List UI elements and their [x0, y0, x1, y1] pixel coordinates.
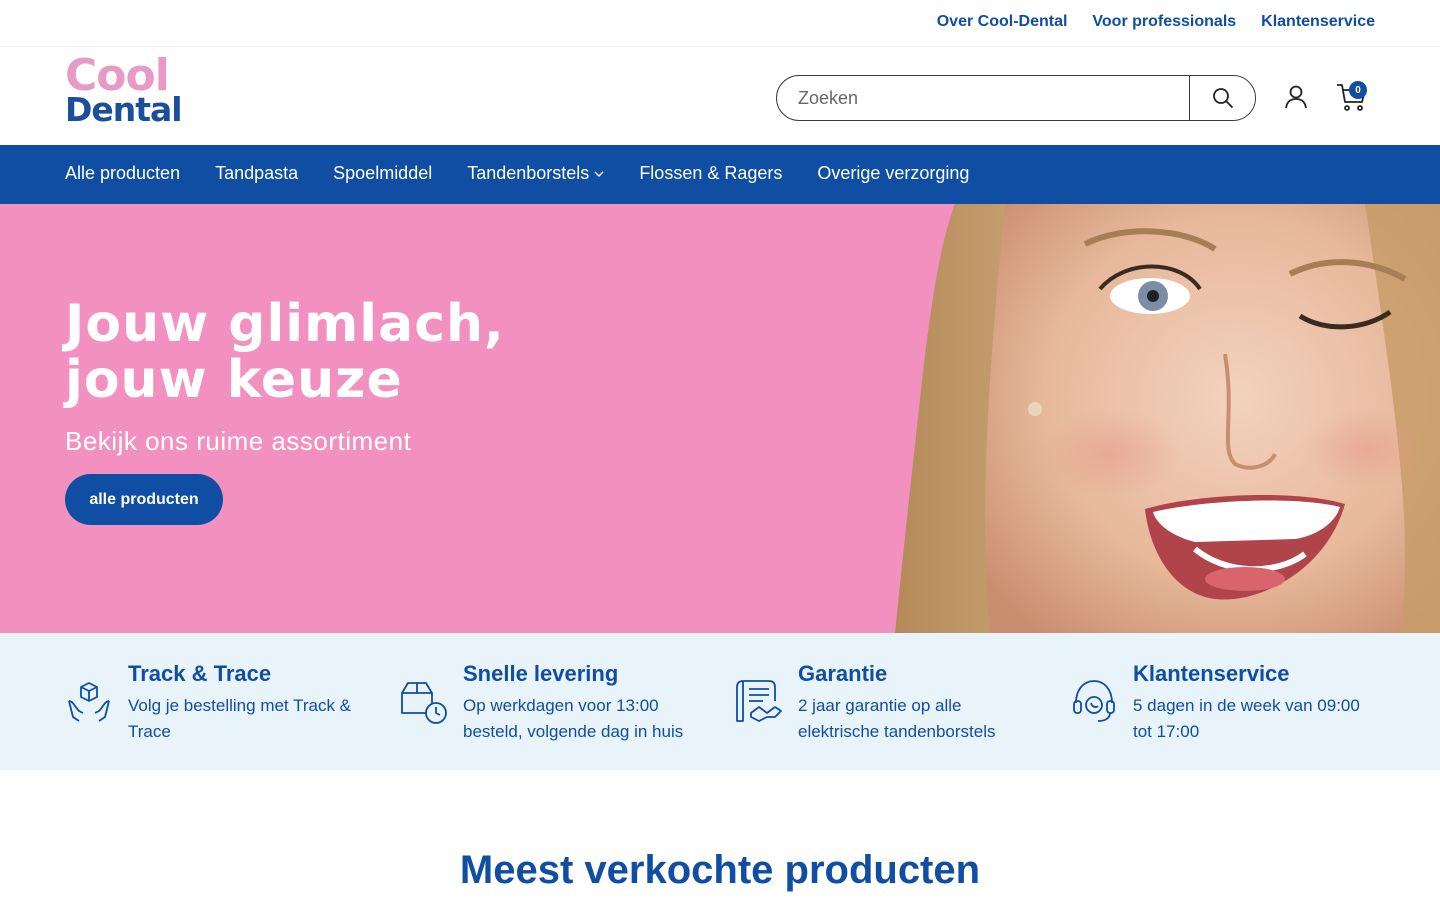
cart-count-badge: 0 — [1349, 81, 1367, 99]
hero-cta-button[interactable]: alle producten — [65, 474, 223, 525]
chevron-down-icon — [594, 171, 604, 177]
search-input[interactable] — [777, 76, 1189, 120]
usp-text: Op werkdagen voor 13:00 besteld, volgend… — [463, 696, 684, 741]
main-nav: Alle producten Tandpasta Spoelmiddel Tan… — [0, 145, 1440, 204]
header: Cool Dental — [0, 47, 1440, 145]
hero-title-line2: jouw keuze — [65, 350, 403, 410]
usp-title: Garantie — [798, 661, 888, 686]
usp-title: Klantenservice — [1133, 661, 1290, 686]
search-button[interactable] — [1189, 76, 1255, 120]
delivery-clock-icon — [401, 682, 447, 724]
account-icon[interactable] — [1283, 84, 1309, 110]
logo-line2: Dental — [65, 90, 183, 129]
search-icon — [1212, 88, 1233, 109]
usp-text: Volg je bestelling met Track & Trace — [128, 696, 352, 741]
link-voor-professionals[interactable]: Voor professionals — [1092, 13, 1236, 31]
headset-icon — [1073, 680, 1115, 722]
nav-item-alle-producten[interactable]: Alle producten — [65, 163, 180, 184]
section-title-bestsellers: Meest verkochte producten — [459, 848, 981, 892]
nav-item-tandpasta[interactable]: Tandpasta — [215, 163, 298, 184]
nav-item-spoelmiddel[interactable]: Spoelmiddel — [333, 163, 432, 184]
nav-item-tandenborstels[interactable]: Tandenborstels — [467, 163, 604, 184]
logo[interactable]: Cool Dental — [65, 50, 195, 131]
hero-text: Jouw glimlach, jouw keuze Bekijk ons rui… — [65, 296, 505, 457]
search-bar — [776, 75, 1256, 121]
nav-item-label: Alle producten — [65, 163, 181, 183]
link-klantenservice[interactable]: Klantenservice — [1261, 13, 1375, 31]
nav-item-label: Tandenborstels — [467, 163, 590, 183]
nav-item-label: Spoelmiddel — [333, 163, 433, 183]
hero-photo-smiling-woman — [895, 204, 1440, 633]
usp-text: 5 dagen in de week van 09:00 tot 17:00 — [1133, 696, 1360, 741]
nav-item-label: Tandpasta — [215, 163, 299, 183]
nav-item-label: Overige verzorging — [817, 163, 970, 183]
usp-title: Snelle levering — [463, 661, 619, 686]
hero-title-line1: Jouw glimlach, — [65, 294, 505, 354]
hero-subtitle: Bekijk ons ruime assortiment — [65, 426, 412, 456]
logo-line1: Cool — [65, 50, 170, 101]
warranty-icon — [736, 680, 782, 722]
usp-bar: Track & Trace Volg je bestelling met Tra… — [0, 633, 1440, 770]
hero-title: Jouw glimlach, jouw keuze — [65, 296, 505, 408]
top-links: Over Cool-Dental Voor professionals Klan… — [937, 13, 1375, 31]
nav-item-overige-verzorging[interactable]: Overige verzorging — [817, 163, 969, 184]
link-over-cool-dental[interactable]: Over Cool-Dental — [937, 13, 1068, 31]
top-utility-bar: Over Cool-Dental Voor professionals Klan… — [0, 0, 1440, 47]
usp-title: Track & Trace — [128, 661, 272, 686]
track-trace-icon — [68, 682, 110, 722]
nav-item-label: Flossen & Ragers — [639, 163, 783, 183]
hero-banner: Jouw glimlach, jouw keuze Bekijk ons rui… — [0, 204, 1440, 633]
nav-item-flossen-ragers[interactable]: Flossen & Ragers — [639, 163, 782, 184]
usp-text: 2 jaar garantie op alle elektrische tand… — [798, 696, 996, 741]
